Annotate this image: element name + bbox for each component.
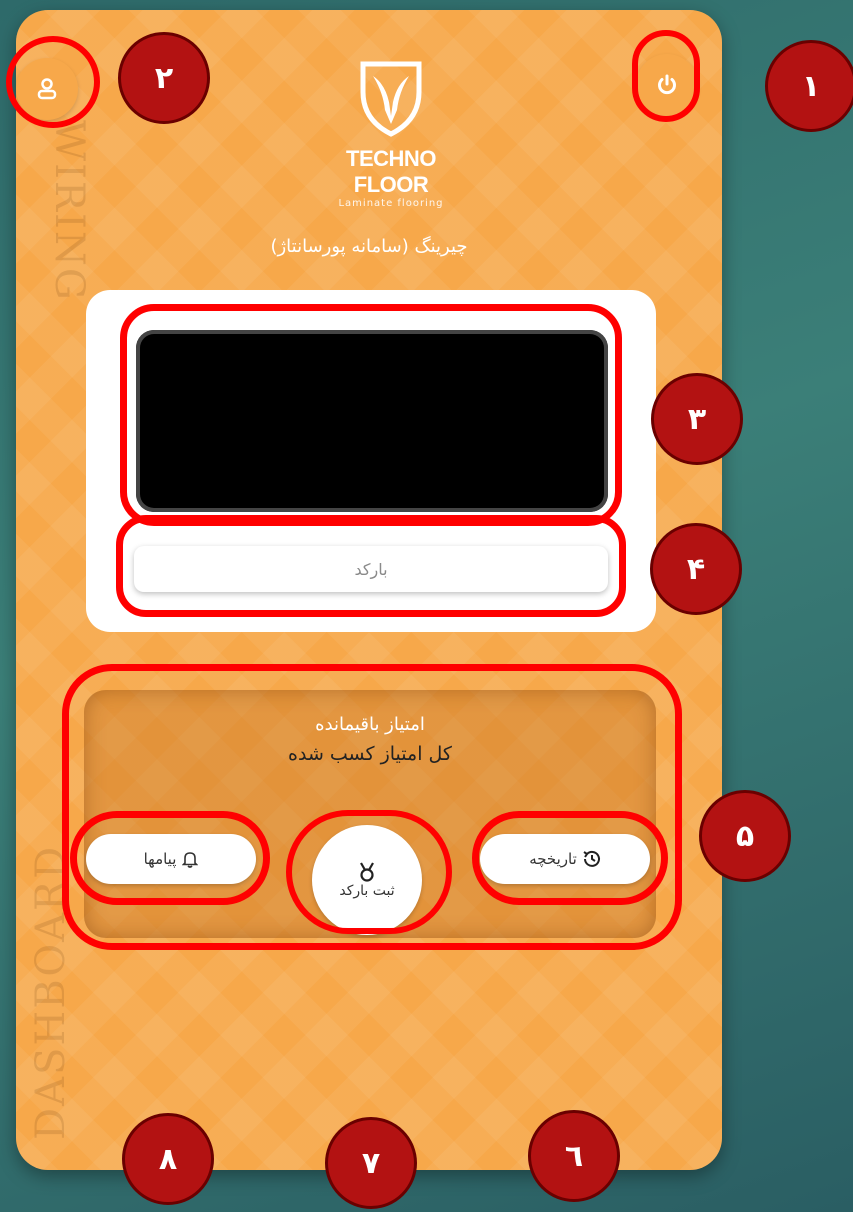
brand-name: TECHNO FLOOR <box>346 146 436 197</box>
history-label: تاریخچه <box>529 850 577 868</box>
brand-tagline: Laminate flooring <box>338 198 444 209</box>
brand-logo: TECHNO FLOOR Laminate flooring <box>316 58 466 209</box>
scanner-card <box>86 290 656 632</box>
side-watermark-wiring: WIRING <box>46 120 92 302</box>
barcode-input[interactable] <box>134 546 608 592</box>
total-score-label: کل امتیاز کسب شده <box>288 743 452 765</box>
app-screen: WIRING DASHBOARD TECHNO FLOOR Laminate f… <box>16 10 722 1170</box>
annotation-badge-2: ۲ <box>118 32 210 124</box>
annotation-badge-1: ۱ <box>765 40 853 132</box>
register-barcode-button[interactable]: ثبت بارکد <box>312 825 422 935</box>
messages-label: پیامها <box>143 850 177 868</box>
power-icon <box>658 74 676 95</box>
annotation-badge-8: ۸ <box>122 1113 214 1205</box>
bell-icon <box>182 852 199 868</box>
register-label: ثبت بارکد <box>339 883 395 899</box>
annotation-badge-5: ۵ <box>699 790 791 882</box>
power-button[interactable] <box>636 54 698 116</box>
history-button[interactable]: تاریخچه <box>480 834 650 884</box>
history-icon <box>583 850 600 867</box>
annotation-badge-3: ۳ <box>651 373 743 465</box>
side-watermark-dashboard: DASHBOARD <box>28 844 74 1140</box>
page-title: چیرینگ (سامانه پورسانتاژ) <box>270 236 468 257</box>
annotation-badge-4: ۴ <box>650 523 742 615</box>
messages-button[interactable]: پیامها <box>86 834 256 884</box>
medal-icon <box>360 862 374 882</box>
profile-button[interactable] <box>16 58 78 120</box>
techno-floor-emblem-icon <box>360 61 422 137</box>
annotation-badge-7: ۷ <box>325 1117 417 1209</box>
annotation-badge-6: ٦ <box>528 1110 620 1202</box>
remaining-score-label: امتیاز باقیمانده <box>315 714 425 735</box>
camera-preview[interactable] <box>136 330 608 512</box>
user-icon <box>37 78 57 100</box>
